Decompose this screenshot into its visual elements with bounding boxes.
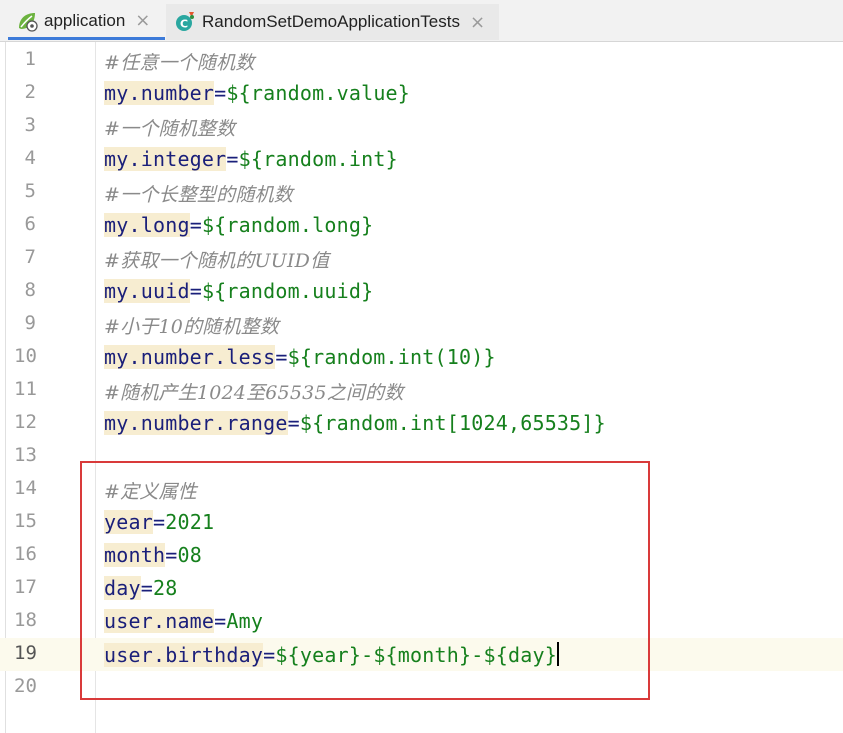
property-key: my.uuid — [104, 279, 190, 303]
code-text[interactable]: my.number=${random.value} — [104, 81, 410, 105]
code-line[interactable]: 2 my.number=${random.value} — [0, 77, 843, 110]
comment-text: #随机产生1024至65535之间的数 — [104, 382, 404, 404]
code-text[interactable]: #一个随机整数 — [104, 114, 235, 141]
code-text[interactable]: #任意一个随机数 — [104, 48, 255, 75]
code-line[interactable]: 3 #一个随机整数 — [0, 110, 843, 143]
svg-text:C: C — [180, 18, 188, 31]
line-number: 6 — [24, 213, 36, 235]
code-line[interactable]: 12 my.number.range=${random.int[1024,6553… — [0, 407, 843, 440]
property-key: my.number.range — [104, 411, 288, 435]
line-number: 15 — [14, 510, 37, 532]
code-line[interactable]: 11 #随机产生1024至65535之间的数 — [0, 374, 843, 407]
property-value: ${random.uuid} — [201, 279, 374, 303]
property-value: ${random.value} — [226, 81, 411, 105]
close-icon[interactable]: × — [135, 10, 150, 31]
code-line[interactable]: 7 #获取一个随机的UUID值 — [0, 242, 843, 275]
comment-text: #获取一个随机的UUID值 — [104, 250, 330, 272]
property-value: ${random.int(10)} — [287, 345, 496, 369]
code-line[interactable]: 10 my.number.less=${random.int(10)} — [0, 341, 843, 374]
comment-text: #小于10的随机整数 — [104, 316, 280, 338]
line-number: 7 — [24, 246, 36, 268]
line-number: 3 — [24, 114, 36, 136]
annotation-highlight-box — [80, 461, 650, 700]
line-number: 12 — [14, 411, 37, 433]
line-number: 19 — [14, 642, 37, 664]
code-text[interactable]: #一个长整型的随机数 — [104, 180, 293, 207]
line-number: 20 — [14, 675, 37, 697]
comment-text: #一个随机整数 — [104, 118, 236, 140]
tab-tests-label: RandomSetDemoApplicationTests — [202, 12, 460, 31]
tab-application[interactable]: application × — [8, 4, 165, 40]
editor-tab-bar: application × C RandomSetDemoApplication… — [0, 0, 843, 42]
close-icon[interactable]: × — [470, 12, 485, 33]
equals-sign: = — [275, 345, 288, 369]
code-text[interactable]: #随机产生1024至65535之间的数 — [104, 378, 404, 405]
line-number: 11 — [14, 378, 37, 400]
tab-randomsetdemoapplicationtests[interactable]: C RandomSetDemoApplicationTests × — [166, 4, 499, 40]
property-value: ${random.int} — [238, 147, 398, 171]
line-number: 14 — [14, 477, 37, 499]
code-line[interactable]: 5 #一个长整型的随机数 — [0, 176, 843, 209]
equals-sign: = — [189, 279, 202, 303]
line-number: 1 — [24, 48, 36, 70]
equals-sign: = — [214, 81, 227, 105]
property-key: my.number.less — [104, 345, 276, 369]
line-number: 17 — [14, 576, 37, 598]
equals-sign: = — [226, 147, 239, 171]
comment-text: #任意一个随机数 — [104, 52, 255, 74]
equals-sign: = — [287, 411, 300, 435]
code-text[interactable]: my.long=${random.long} — [104, 213, 373, 237]
property-key: my.long — [104, 213, 190, 237]
property-value: ${random.long} — [201, 213, 374, 237]
line-number: 2 — [24, 81, 36, 103]
code-text[interactable]: my.number.less=${random.int(10)} — [104, 345, 496, 369]
tab-application-label: application — [44, 10, 126, 30]
code-line[interactable]: 1 #任意一个随机数 — [0, 44, 843, 77]
line-number: 5 — [24, 180, 36, 202]
property-value: ${random.int[1024,65535]} — [299, 411, 606, 435]
code-line[interactable]: 9 #小于10的随机整数 — [0, 308, 843, 341]
line-number: 13 — [14, 444, 37, 466]
line-number: 16 — [14, 543, 37, 565]
code-editor[interactable]: 1 #任意一个随机数 2 my.number=${random.value} 3 #一个随… — [0, 42, 843, 733]
spring-leaf-icon — [19, 12, 38, 32]
line-number: 18 — [14, 609, 37, 631]
property-key: my.integer — [104, 147, 227, 171]
property-key: my.number — [104, 81, 215, 105]
test-class-icon: C — [176, 12, 194, 31]
code-line[interactable]: 6 my.long=${random.long} — [0, 209, 843, 242]
equals-sign: = — [189, 213, 202, 237]
line-number: 4 — [24, 147, 36, 169]
code-text[interactable]: my.integer=${random.int} — [104, 147, 398, 171]
line-number: 8 — [24, 279, 36, 301]
code-line[interactable]: 8 my.uuid=${random.uuid} — [0, 275, 843, 308]
code-line[interactable]: 4 my.integer=${random.int} — [0, 143, 843, 176]
code-text[interactable]: #小于10的随机整数 — [104, 312, 279, 339]
line-number: 10 — [14, 345, 37, 367]
line-number: 9 — [24, 312, 36, 334]
code-text[interactable]: my.uuid=${random.uuid} — [104, 279, 373, 303]
code-text[interactable]: my.number.range=${random.int[1024,65535]… — [104, 411, 606, 435]
comment-text: #一个长整型的随机数 — [104, 184, 293, 206]
code-text[interactable]: #获取一个随机的UUID值 — [104, 246, 329, 273]
